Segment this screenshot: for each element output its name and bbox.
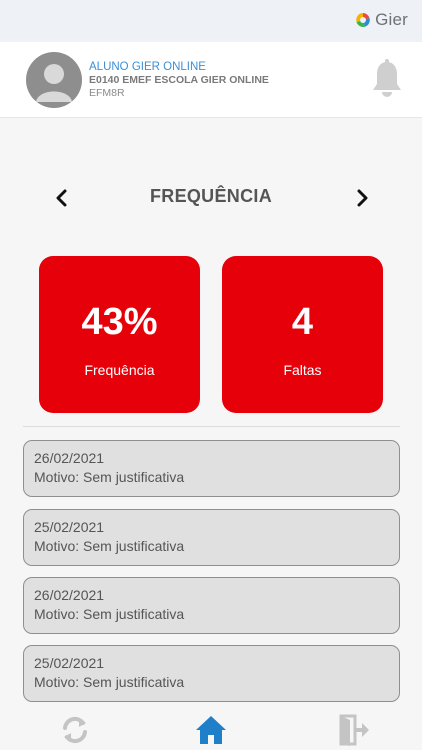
absence-date: 25/02/2021 bbox=[34, 655, 105, 671]
absence-reason: Motivo: Sem justificativa bbox=[34, 469, 185, 485]
top-bar: Gier bbox=[0, 0, 422, 42]
absence-date: 25/02/2021 bbox=[34, 519, 105, 535]
absence-reason: Motivo: Sem justificativa bbox=[34, 606, 185, 622]
absences-label: Faltas bbox=[283, 362, 322, 378]
absence-record[interactable]: 26/02/2021 Motivo: Sem justificativa bbox=[23, 577, 400, 634]
class-code: EFM8R bbox=[89, 87, 125, 99]
bell-icon[interactable] bbox=[370, 59, 404, 99]
absences-card: 4 Faltas bbox=[222, 256, 383, 413]
chevron-right-icon bbox=[357, 189, 368, 207]
profile-header: ALUNO GIER ONLINE E0140 EMEF ESCOLA GIER… bbox=[0, 42, 422, 118]
logout-button[interactable] bbox=[336, 712, 372, 748]
school-name: E0140 EMEF ESCOLA GIER ONLINE bbox=[89, 74, 269, 86]
refresh-icon bbox=[63, 716, 87, 744]
absence-date: 26/02/2021 bbox=[34, 450, 105, 466]
home-icon bbox=[196, 716, 226, 744]
gier-logo-icon bbox=[356, 13, 370, 27]
brand-name: Gier bbox=[375, 10, 408, 29]
attendance-card: 43% Frequência bbox=[39, 256, 200, 413]
divider bbox=[23, 426, 400, 427]
page-header: FREQUÊNCIA bbox=[0, 180, 422, 216]
absence-reason: Motivo: Sem justificativa bbox=[34, 538, 185, 554]
next-button[interactable] bbox=[348, 184, 376, 212]
bottom-nav bbox=[0, 706, 422, 750]
home-button[interactable] bbox=[193, 712, 229, 748]
attendance-value: 43% bbox=[81, 301, 158, 343]
profile-info: ALUNO GIER ONLINE E0140 EMEF ESCOLA GIER… bbox=[89, 61, 269, 100]
absence-record[interactable]: 25/02/2021 Motivo: Sem justificativa bbox=[23, 509, 400, 566]
absence-record[interactable]: 25/02/2021 Motivo: Sem justificativa bbox=[23, 645, 400, 702]
brand: Gier bbox=[355, 10, 408, 30]
attendance-label: Frequência bbox=[84, 362, 155, 378]
avatar-icon[interactable] bbox=[26, 52, 82, 108]
absence-record[interactable]: 26/02/2021 Motivo: Sem justificativa bbox=[23, 440, 400, 497]
student-name[interactable]: ALUNO GIER ONLINE bbox=[89, 61, 269, 74]
absences-value: 4 bbox=[291, 301, 314, 343]
absence-date: 26/02/2021 bbox=[34, 587, 105, 603]
logout-icon bbox=[339, 714, 369, 746]
refresh-button[interactable] bbox=[57, 712, 93, 748]
absence-reason: Motivo: Sem justificativa bbox=[34, 674, 185, 690]
